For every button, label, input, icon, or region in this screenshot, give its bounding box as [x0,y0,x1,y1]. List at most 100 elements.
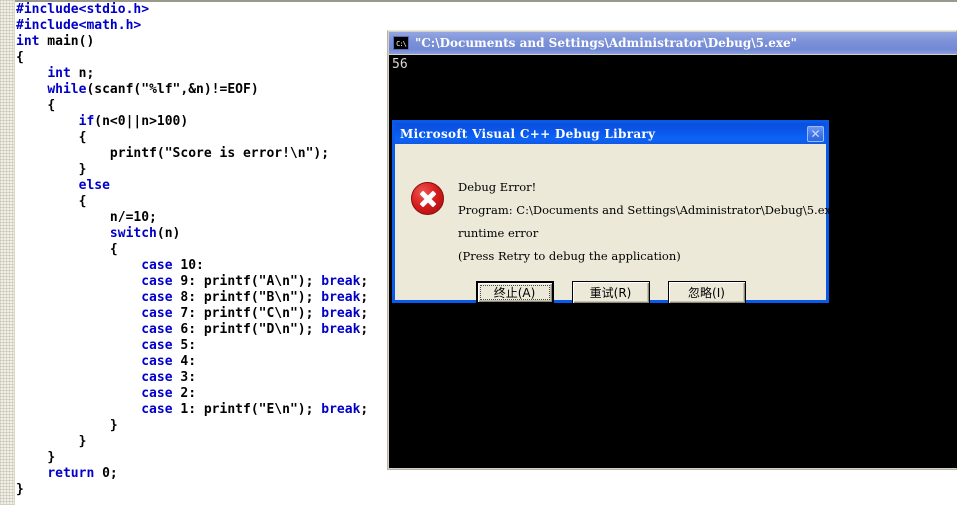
code-line: case 1: printf("E\n"); break; [16,402,368,417]
code-line: { [16,130,87,145]
code-keyword: break [321,290,361,305]
code-line: { [16,98,55,113]
code-line: case 5: [16,338,196,353]
code-text: 8: printf("B\n"); [172,290,322,305]
code-keyword: while [47,82,87,97]
code-line: switch(n) [16,226,180,241]
code-text: ; [360,306,369,321]
code-line: { [16,242,118,257]
code-text: 2: [172,386,197,401]
code-line: printf("Score is error!\n"); [16,146,329,161]
editor-gutter [0,0,15,505]
retry-button[interactable]: 重试(R) [571,281,650,304]
code-text: 3: [172,370,197,385]
code-keyword: case [141,322,173,337]
code-line: case 10: [16,258,204,273]
code-keyword: case [141,306,173,321]
dialog-message-line: Debug Error! [458,180,537,194]
code-keyword: break [321,322,361,337]
console-app-icon: C:\ [393,36,409,50]
code-keyword: case [141,402,173,417]
code-line: int n; [16,66,94,81]
ignore-button[interactable]: 忽略(I) [667,281,746,304]
code-line: return 0; [16,466,118,481]
code-keyword: case [141,386,173,401]
code-text: ; [360,402,369,417]
dialog-message-line: (Press Retry to debug the application) [458,249,681,263]
button-label: 忽略(I) [688,286,725,300]
code-keyword: int [16,34,40,49]
code-line: case 7: printf("C\n"); break; [16,306,368,321]
code-text: 1: printf("E\n"); [172,402,322,417]
error-icon [411,182,444,215]
code-text: { [109,242,118,257]
code-text: printf("Score is error!\n"); [109,146,330,161]
code-text: ; [360,274,369,289]
code-keyword: switch [109,226,157,241]
dialog-message-line: Program: C:\Documents and Settings\Admin… [458,203,838,217]
code-text: n/=10; [109,210,157,225]
dialog-button-row: 终止(A) 重试(R) 忽略(I) [395,281,826,304]
code-text: main() [39,34,95,49]
code-text: 5: [172,338,197,353]
code-text: { [78,130,87,145]
code-text: } [78,434,87,449]
dialog-titlebar[interactable]: Microsoft Visual C++ Debug Library ✕ [395,123,826,144]
code-text: } [16,482,24,497]
code-keyword: #include<math.h> [16,18,142,33]
close-icon[interactable]: ✕ [807,125,824,142]
code-line: } [16,162,87,177]
code-keyword: #include<stdio.h> [16,2,150,17]
code-keyword: case [141,338,173,353]
code-text: 0; [94,466,118,481]
code-text: ; [360,290,369,305]
console-title: "C:\Documents and Settings\Administrator… [415,36,797,50]
button-label: 终止(A) [493,286,536,300]
code-text: 4: [172,354,197,369]
console-titlebar[interactable]: C:\ "C:\Documents and Settings\Administr… [389,32,957,54]
code-keyword: break [321,402,361,417]
code-keyword: case [141,370,173,385]
dialog-content: Debug Error! Program: C:\Documents and Se… [395,144,838,304]
code-line: } [16,450,55,465]
code-text: { [16,50,24,65]
code-text: } [78,162,87,177]
code-line: else [16,178,110,193]
code-text: ; [360,322,369,337]
code-line: { [16,50,24,65]
code-line: n/=10; [16,210,157,225]
button-label: 重试(R) [589,286,632,300]
code-line: { [16,194,87,209]
code-keyword: int [47,66,71,81]
code-keyword: case [141,354,173,369]
code-keyword: break [321,306,361,321]
code-keyword: break [321,274,361,289]
code-line: while(scanf("%lf",&n)!=EOF) [16,82,259,97]
code-line: if(n<0||n>100) [16,114,189,129]
code-keyword: case [141,258,173,273]
code-text: 9: printf("A\n"); [172,274,322,289]
code-line: case 9: printf("A\n"); break; [16,274,368,289]
code-keyword: case [141,290,173,305]
dialog-title: Microsoft Visual C++ Debug Library [400,126,656,141]
code-text: 6: printf("D\n"); [172,322,322,337]
code-text: 10: [172,258,204,273]
source-code[interactable]: #include<stdio.h> #include<math.h> int m… [16,2,368,498]
code-line: int main() [16,34,94,49]
code-line: case 4: [16,354,196,369]
debug-error-dialog[interactable]: Microsoft Visual C++ Debug Library ✕ Deb… [392,120,838,304]
code-text: (n<0||n>100) [94,114,189,129]
code-keyword: return [47,466,95,481]
code-line: } [16,418,118,433]
abort-button[interactable]: 终止(A) [475,281,554,304]
code-line: #include<stdio.h> [16,2,149,17]
code-text: (n) [156,226,181,241]
code-keyword: if [78,114,95,129]
code-text: (scanf("%lf",&n)!=EOF) [86,82,259,97]
code-line: case 6: printf("D\n"); break; [16,322,368,337]
code-line: case 8: printf("B\n"); break; [16,290,368,305]
code-text: } [109,418,118,433]
code-line: case 2: [16,386,196,401]
code-keyword: else [78,178,110,193]
code-text: 7: printf("C\n"); [172,306,322,321]
